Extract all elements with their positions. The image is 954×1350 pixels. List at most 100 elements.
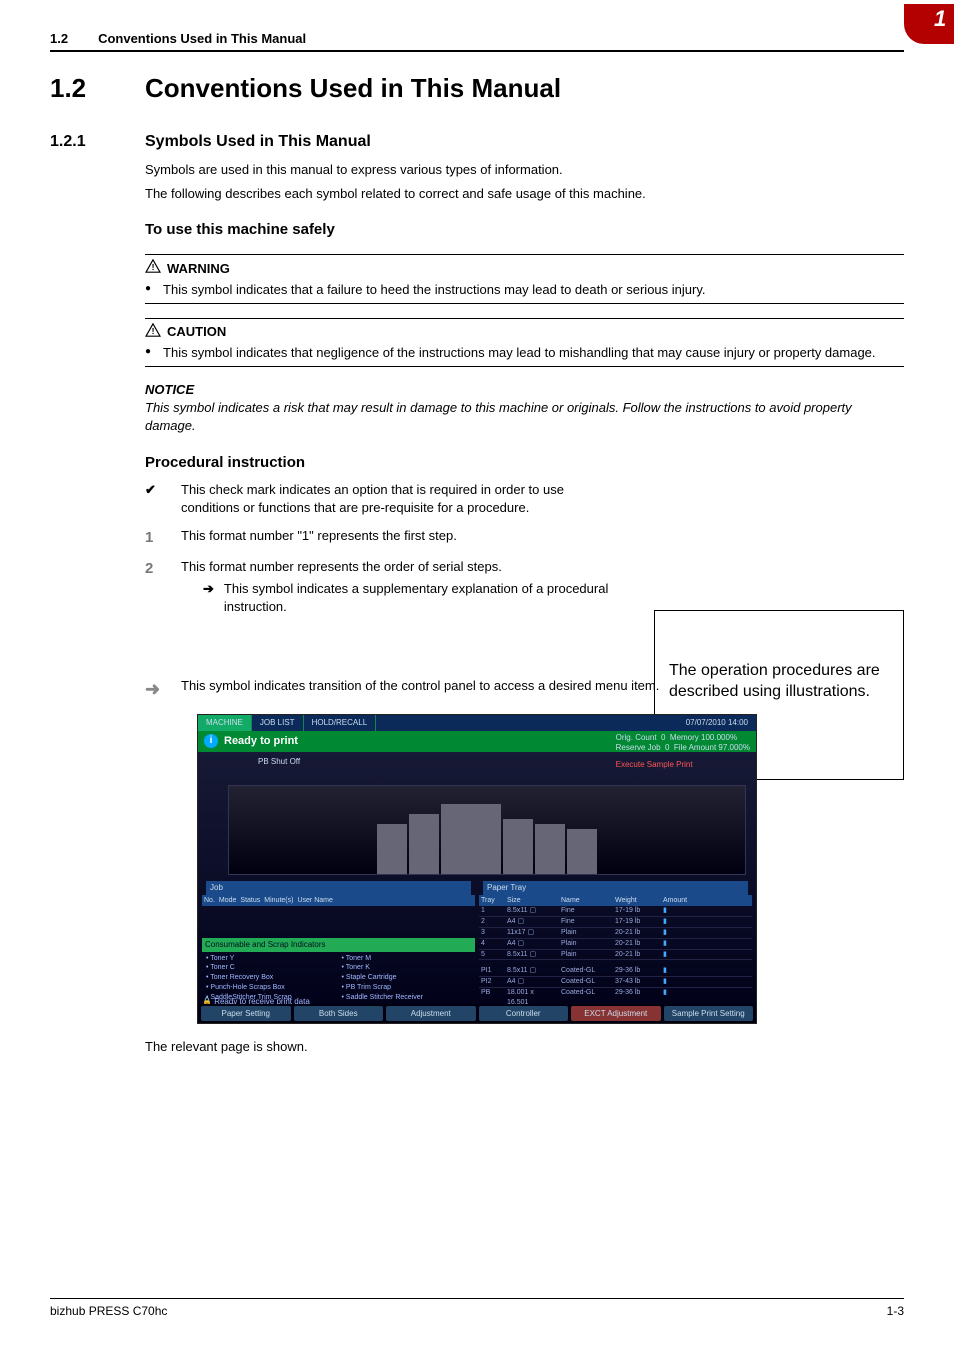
control-panel-screenshot: MACHINE JOB LIST HOLD/RECALL 07/07/2010 … bbox=[197, 714, 757, 1024]
info-icon: i bbox=[204, 734, 218, 748]
paper-table-head: Tray Size Name Weight Amount bbox=[479, 895, 752, 907]
reserve-value: 0 bbox=[665, 743, 669, 752]
paper-tray-row: 18.5x11 ▢Fine17-19 lb▮ bbox=[479, 906, 752, 917]
file-value: 97.000% bbox=[718, 743, 750, 752]
footer-page-number: 1-3 bbox=[887, 1303, 904, 1320]
bullet-icon: ● bbox=[145, 344, 151, 362]
file-label: File Amount bbox=[674, 743, 716, 752]
job-bar: Job bbox=[206, 881, 471, 894]
bullet-icon: ● bbox=[145, 281, 151, 299]
memory-label: Memory bbox=[670, 733, 699, 742]
machine-illustration bbox=[228, 785, 746, 875]
btn-both-sides: Both Sides bbox=[294, 1006, 384, 1021]
subsection-heading: 1.2.1 Symbols Used in This Manual bbox=[50, 131, 904, 153]
transition-text: This symbol indicates transition of the … bbox=[181, 677, 659, 695]
caution-block: ! CAUTION ● This symbol indicates that n… bbox=[145, 318, 904, 367]
orig-count-value: 0 bbox=[661, 733, 665, 742]
intro-paragraph-1: Symbols are used in this manual to expre… bbox=[145, 161, 904, 179]
step-1-text: This format number "1" represents the fi… bbox=[181, 527, 611, 548]
warning-block: ! WARNING ● This symbol indicates that a… bbox=[145, 254, 904, 303]
job-col-mode: Mode bbox=[219, 896, 237, 906]
notice-body: This symbol indicates a risk that may re… bbox=[145, 399, 904, 435]
job-col-status: Status bbox=[240, 896, 260, 906]
subsection-title: Symbols Used in This Manual bbox=[145, 131, 371, 153]
section-title: Conventions Used in This Manual bbox=[145, 70, 561, 106]
warning-icon: ! bbox=[145, 259, 161, 278]
footer-buttons: Paper Setting Both Sides Adjustment Cont… bbox=[198, 1004, 756, 1023]
intro-paragraph-2: The following describes each symbol rela… bbox=[145, 185, 904, 203]
section-heading: 1.2 Conventions Used in This Manual bbox=[50, 70, 904, 106]
step-number-2: 2 bbox=[145, 558, 163, 617]
btn-sample-print: Sample Print Setting bbox=[664, 1006, 754, 1021]
check-description: This check mark indicates an option that… bbox=[181, 481, 611, 517]
step-number-1: 1 bbox=[145, 527, 163, 548]
consumable-item: • Toner Recovery Box bbox=[206, 973, 336, 983]
consumable-item: • Staple Cartridge bbox=[342, 973, 472, 983]
consumables-header: Consumable and Scrap Indicators bbox=[202, 938, 475, 951]
chapter-tab: 1 bbox=[904, 4, 954, 44]
paper-tray-row: 58.5x11 ▢Plain20-21 lb▮ bbox=[479, 950, 752, 961]
warning-text: This symbol indicates that a failure to … bbox=[163, 281, 904, 299]
pi-tray-row: PI18.5x11 ▢Coated-GL29-36 lb▮ bbox=[479, 966, 752, 977]
consumable-item: • Punch-Hole Scraps Box bbox=[206, 983, 336, 993]
orig-count-label: Orig. Count bbox=[616, 733, 657, 742]
caution-text: This symbol indicates that negligence of… bbox=[163, 344, 904, 362]
arrow-right-icon: ➔ bbox=[203, 580, 214, 616]
consumable-item: • Toner Y bbox=[206, 954, 336, 964]
paper-tray-row: 311x17 ▢Plain20-21 lb▮ bbox=[479, 928, 752, 939]
footer-product: bizhub PRESS C70hc bbox=[50, 1303, 167, 1320]
paper-col-tray: Tray bbox=[481, 896, 503, 906]
btn-exct-adjustment: EXCT Adjustment bbox=[571, 1006, 661, 1021]
paper-col-name: Name bbox=[561, 896, 611, 906]
consumable-item: • Toner M bbox=[342, 954, 472, 964]
datetime-label: 07/07/2010 14:00 bbox=[678, 715, 756, 731]
job-col-user: User Name bbox=[297, 896, 332, 906]
btn-adjustment: Adjustment bbox=[386, 1006, 476, 1021]
sample-print-button: Execute Sample Print bbox=[616, 760, 750, 770]
paper-col-size: Size bbox=[507, 896, 557, 906]
ready-text: Ready to print bbox=[224, 734, 298, 749]
reserve-label: Reserve Job bbox=[616, 743, 661, 752]
job-col-minutes: Minute(s) bbox=[264, 896, 293, 906]
tab-machine: MACHINE bbox=[198, 715, 252, 731]
paper-col-weight: Weight bbox=[615, 896, 659, 906]
section-number: 1.2 bbox=[50, 70, 145, 106]
heading-use-safely: To use this machine safely bbox=[145, 219, 904, 240]
notice-title: NOTICE bbox=[145, 381, 904, 399]
btn-paper-setting: Paper Setting bbox=[201, 1006, 291, 1021]
btn-controller: Controller bbox=[479, 1006, 569, 1021]
status-panel: Orig. Count 0 Memory 100.000% Reserve Jo… bbox=[616, 733, 750, 770]
caution-title: CAUTION bbox=[167, 323, 226, 341]
paper-tray-row: 4A4 ▢Plain20-21 lb▮ bbox=[479, 939, 752, 950]
relevant-page-text: The relevant page is shown. bbox=[145, 1038, 904, 1056]
paper-col-amount: Amount bbox=[663, 896, 687, 906]
tab-holdrecall: HOLD/RECALL bbox=[304, 715, 377, 731]
consumable-item: • Saddle Stitcher Receiver bbox=[342, 993, 472, 1003]
tab-joblist: JOB LIST bbox=[252, 715, 304, 731]
header-section-title: Conventions Used in This Manual bbox=[98, 30, 904, 48]
arrow-transition-icon: ➜ bbox=[145, 677, 163, 702]
header-section-number: 1.2 bbox=[50, 30, 68, 48]
job-col-no: No. bbox=[204, 896, 215, 906]
svg-text:!: ! bbox=[152, 262, 155, 272]
page-footer: bizhub PRESS C70hc 1-3 bbox=[50, 1298, 904, 1320]
subsection-number: 1.2.1 bbox=[50, 131, 145, 153]
consumable-item: • PB Trim Scrap bbox=[342, 983, 472, 993]
caution-icon: ! bbox=[145, 323, 161, 342]
warning-title: WARNING bbox=[167, 260, 230, 278]
procedural-list: ✔ This check mark indicates an option th… bbox=[145, 481, 904, 617]
checkmark-icon: ✔ bbox=[145, 481, 163, 517]
page-header: 1.2 Conventions Used in This Manual 1 bbox=[50, 30, 904, 52]
consumable-item: • Toner K bbox=[342, 963, 472, 973]
illustration-note-text: The operation procedures are described u… bbox=[669, 662, 880, 700]
step-2-text: This format number represents the order … bbox=[181, 559, 502, 574]
paper-tray-row: 2A4 ▢Fine17-19 lb▮ bbox=[479, 917, 752, 928]
heading-procedural: Procedural instruction bbox=[145, 452, 904, 473]
consumable-item: • Toner C bbox=[206, 963, 336, 973]
memory-value: 100.000% bbox=[701, 733, 737, 742]
paper-bar: Paper Tray bbox=[483, 881, 748, 894]
step-2-sub-text: This symbol indicates a supplementary ex… bbox=[224, 580, 611, 616]
job-table-head: No. Mode Status Minute(s) User Name bbox=[202, 895, 475, 907]
svg-text:!: ! bbox=[152, 326, 155, 336]
pi-tray-row: PI2A4 ▢Coated-GL37-43 lb▮ bbox=[479, 977, 752, 988]
